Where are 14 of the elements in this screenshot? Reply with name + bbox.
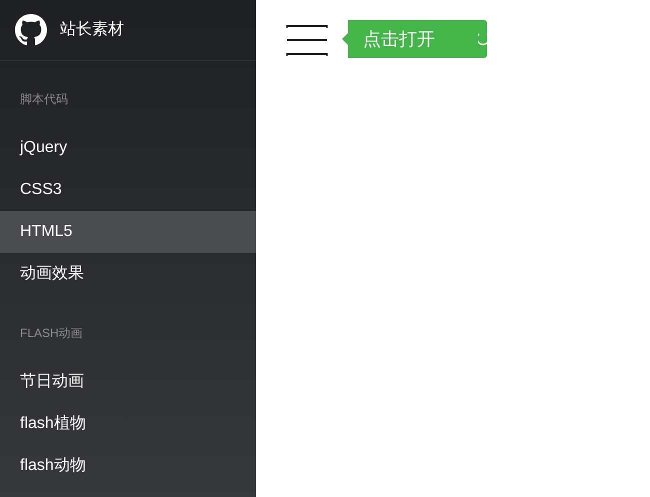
brand-name: 站长素材	[60, 20, 124, 40]
spinner-icon	[478, 31, 487, 47]
section-title: 脚本代码	[20, 91, 68, 108]
nav-item[interactable]: 节日动画	[0, 361, 256, 403]
nav-item[interactable]: jQuery	[0, 127, 256, 169]
nav-item[interactable]: flash动物	[0, 445, 256, 487]
pointer-icon	[342, 33, 348, 45]
nav-item[interactable]: CSS3	[0, 169, 256, 211]
section-title: FLASH动画	[20, 325, 83, 342]
nav-item[interactable]: HTML5	[0, 211, 256, 253]
nav-item[interactable]: 动画效果	[0, 253, 256, 295]
nav-item[interactable]: flash植物	[0, 403, 256, 445]
menu-icon[interactable]	[286, 24, 328, 56]
github-logo-icon	[15, 14, 47, 46]
